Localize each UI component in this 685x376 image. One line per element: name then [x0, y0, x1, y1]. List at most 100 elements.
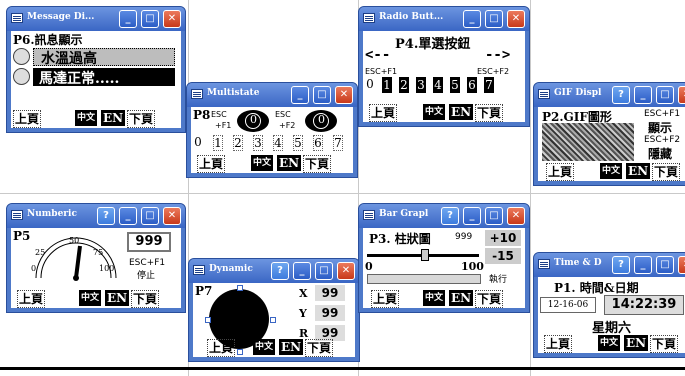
maximize-button[interactable]: □	[141, 207, 159, 225]
radio-option[interactable]: 2	[399, 77, 409, 93]
minimize-button[interactable]: _	[463, 207, 481, 225]
right-arrow[interactable]: -->	[485, 47, 510, 63]
minimize-button[interactable]: _	[291, 86, 309, 104]
english-button[interactable]: EN	[101, 110, 126, 126]
chinese-button[interactable]: 中文	[423, 104, 446, 120]
resize-handle[interactable]	[270, 317, 276, 323]
radio-option[interactable]: 4	[433, 77, 443, 93]
english-button[interactable]: EN	[105, 290, 130, 306]
execute-label[interactable]: 執行	[489, 272, 507, 285]
digit-cell[interactable]: 6	[313, 135, 323, 151]
prev-page-button[interactable]: 上頁	[546, 163, 575, 181]
minimize-button[interactable]: _	[634, 86, 652, 104]
radio-option[interactable]: 7	[484, 77, 494, 93]
close-button[interactable]: ✕	[507, 207, 525, 225]
radio-option[interactable]: 5	[450, 77, 460, 93]
radio-option[interactable]: 6	[467, 77, 477, 93]
bar-graph-window[interactable]: Bar Grapl ? _ □ ✕ P3. 柱狀圖 999 +10 -15 0 …	[358, 203, 530, 313]
close-button[interactable]: ✕	[335, 86, 353, 104]
close-button[interactable]: ✕	[163, 10, 181, 28]
english-button[interactable]: EN	[279, 339, 304, 355]
maximize-button[interactable]: □	[313, 86, 331, 104]
title-bar[interactable]: Bar Grapl ? _ □ ✕	[359, 204, 529, 228]
english-button[interactable]: EN	[626, 163, 651, 179]
resize-handle[interactable]	[205, 317, 211, 323]
minimize-button[interactable]: _	[634, 256, 652, 274]
prev-page-button[interactable]: 上頁	[371, 290, 400, 308]
time-date-window[interactable]: Time & D ? _ □ ✕ P1. 時間&日期 12-16-06 14:2…	[533, 252, 685, 358]
next-page-button[interactable]: 下頁	[650, 335, 679, 353]
next-page-button[interactable]: 下頁	[127, 110, 156, 128]
english-button[interactable]: EN	[449, 104, 474, 120]
next-page-button[interactable]: 下頁	[131, 290, 160, 308]
prev-page-button[interactable]: 上頁	[197, 155, 226, 173]
decrement-button[interactable]: -15	[485, 248, 521, 264]
prev-page-button[interactable]: 上頁	[369, 104, 398, 122]
chinese-button[interactable]: 中文	[79, 290, 102, 306]
increment-button[interactable]: +10	[485, 230, 521, 246]
digit-cell[interactable]: 4	[273, 135, 283, 151]
multistate-window[interactable]: Multistate _ □ ✕ P8 ESC +F1 0 ESC +F2 0 …	[186, 82, 358, 178]
title-bar[interactable]: Dynamic ? _ □ ✕	[189, 259, 359, 283]
next-page-button[interactable]: 下頁	[305, 339, 334, 357]
show-label[interactable]: 顯示	[648, 119, 672, 136]
prev-page-button[interactable]: 上頁	[544, 335, 573, 353]
maximize-button[interactable]: □	[656, 86, 674, 104]
digit-cell[interactable]: 3	[253, 135, 263, 151]
maximize-button[interactable]: □	[485, 10, 503, 28]
help-button[interactable]: ?	[612, 256, 630, 274]
radio-option[interactable]: 3	[416, 77, 426, 93]
maximize-button[interactable]: □	[656, 256, 674, 274]
digit-cell[interactable]: 2	[233, 135, 243, 151]
maximize-button[interactable]: □	[141, 10, 159, 28]
help-button[interactable]: ?	[97, 207, 115, 225]
maximize-button[interactable]: □	[485, 207, 503, 225]
close-button[interactable]: ✕	[507, 10, 525, 28]
chinese-button[interactable]: 中文	[75, 110, 98, 126]
help-button[interactable]: ?	[271, 262, 289, 280]
minimize-button[interactable]: _	[119, 10, 137, 28]
close-button[interactable]: ✕	[678, 256, 685, 274]
minimize-button[interactable]: _	[293, 262, 311, 280]
title-bar[interactable]: Message Di... _ □ ✕	[7, 7, 185, 31]
prev-page-button[interactable]: 上頁	[207, 339, 236, 357]
english-button[interactable]: EN	[277, 155, 302, 171]
minimize-button[interactable]: _	[463, 10, 481, 28]
radio-option[interactable]: 1	[382, 77, 392, 93]
next-page-button[interactable]: 下頁	[475, 290, 504, 308]
next-page-button[interactable]: 下頁	[475, 104, 504, 122]
resize-handle[interactable]	[237, 285, 243, 291]
english-button[interactable]: EN	[449, 290, 474, 306]
message-display-window[interactable]: Message Di... _ □ ✕ P6.訊息顯示 水溫過高 馬達正常...…	[6, 6, 186, 133]
chinese-button[interactable]: 中文	[423, 290, 446, 306]
close-button[interactable]: ✕	[337, 262, 355, 280]
stop-label[interactable]: 停止	[137, 268, 155, 281]
title-bar[interactable]: Multistate _ □ ✕	[187, 83, 357, 107]
chinese-button[interactable]: 中文	[253, 339, 276, 355]
digit-cell[interactable]: 5	[293, 135, 303, 151]
hide-label[interactable]: 隱藏	[648, 145, 672, 162]
maximize-button[interactable]: □	[315, 262, 333, 280]
prev-page-button[interactable]: 上頁	[17, 290, 46, 308]
gif-display-window[interactable]: GIF Displ ? _ □ ✕ P2.GIF圖形 ESC+F1 顯示 ESC…	[533, 82, 685, 186]
title-bar[interactable]: Time & D ? _ □ ✕	[534, 253, 685, 277]
title-bar[interactable]: Radio Butt... _ □ ✕	[359, 7, 529, 31]
help-button[interactable]: ?	[441, 207, 459, 225]
slider-thumb[interactable]	[421, 249, 429, 261]
chinese-button[interactable]: 中文	[598, 335, 621, 351]
numeric-window[interactable]: Numberic ? _ □ ✕ P5 0 25 50 75 100 999 E…	[6, 203, 186, 313]
left-arrow[interactable]: <--	[365, 47, 390, 63]
next-page-button[interactable]: 下頁	[652, 163, 681, 181]
radio-buttons-window[interactable]: Radio Butt... _ □ ✕ P4.單選按鈕 <-- --> ESC+…	[358, 6, 530, 127]
next-page-button[interactable]: 下頁	[303, 155, 332, 173]
close-button[interactable]: ✕	[678, 86, 685, 104]
dynamic-window[interactable]: Dynamic ? _ □ ✕ P7 X 99 Y 99 R 99 上頁 中文 …	[188, 258, 360, 362]
minimize-button[interactable]: _	[119, 207, 137, 225]
radio-option[interactable]: 0	[365, 77, 375, 93]
digit-cell[interactable]: 1	[213, 135, 223, 151]
close-button[interactable]: ✕	[163, 207, 181, 225]
prev-page-button[interactable]: 上頁	[13, 110, 42, 128]
numeric-display[interactable]: 999	[127, 232, 171, 252]
title-bar[interactable]: Numberic ? _ □ ✕	[7, 204, 185, 228]
help-button[interactable]: ?	[612, 86, 630, 104]
